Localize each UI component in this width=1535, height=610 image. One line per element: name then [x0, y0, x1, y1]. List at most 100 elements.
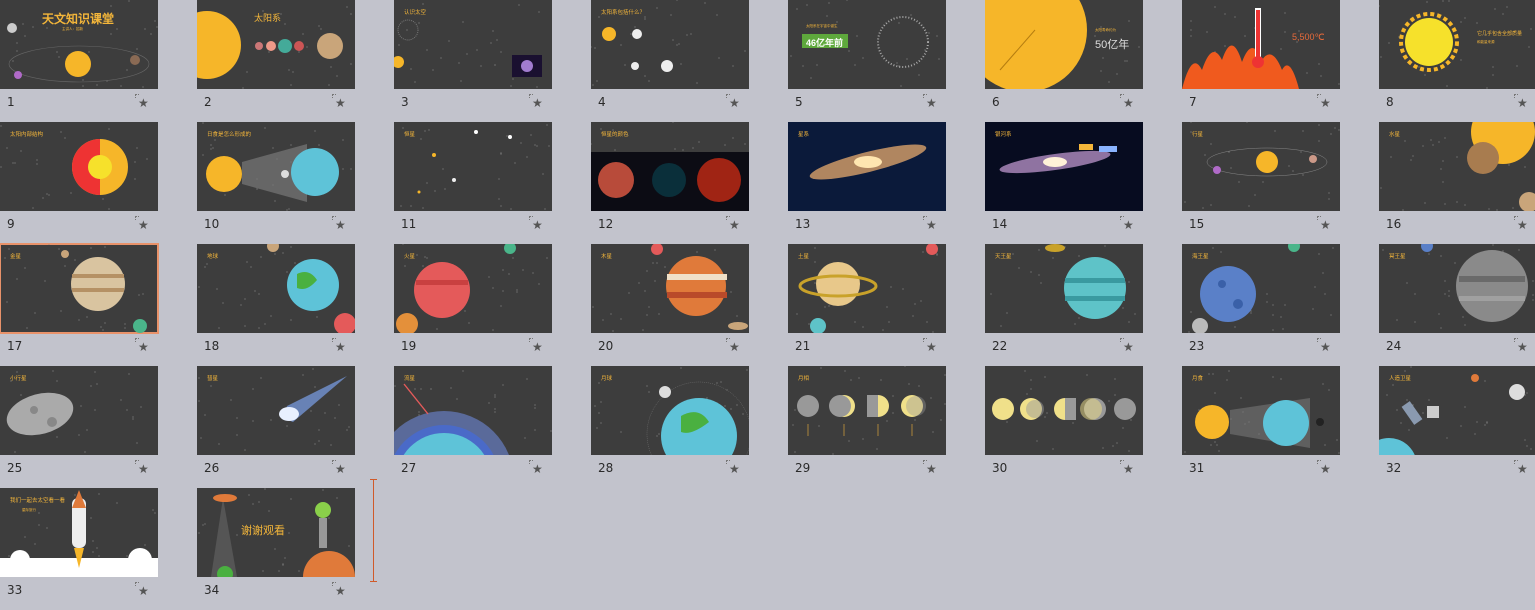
slide-thumbnail-12[interactable]: 恒星的颜色: [591, 122, 749, 211]
slide-thumbnail-22[interactable]: 天王星: [985, 244, 1143, 333]
animation-star-icon[interactable]: ★: [332, 582, 346, 598]
slide-cell-17[interactable]: 金星 17 ★: [0, 243, 197, 366]
slide-cell-25[interactable]: 小行星 25 ★: [0, 366, 197, 488]
slide-cell-9[interactable]: 太阳内部结构 9 ★: [0, 122, 197, 244]
slide-cell-18[interactable]: 地球 18 ★: [197, 244, 394, 366]
animation-star-icon[interactable]: ★: [923, 460, 937, 476]
slide-cell-21[interactable]: 土星 21 ★: [788, 244, 985, 366]
slide-cell-31[interactable]: 月食 31 ★: [1182, 366, 1379, 488]
slide-thumbnail-26[interactable]: 彗星: [197, 366, 355, 455]
slide-cell-5[interactable]: 46亿年前 太阳系在宇宙中诞生 5 ★: [788, 0, 985, 122]
slide-cell-24[interactable]: 冥王星 24 ★: [1379, 244, 1535, 366]
slide-cell-20[interactable]: 木星 20 ★: [591, 244, 788, 366]
animation-star-icon[interactable]: ★: [135, 94, 149, 110]
slide-cell-16[interactable]: 水星 16 ★: [1379, 122, 1535, 244]
slide-thumbnail-6[interactable]: 50亿年 太阳寿命约为: [985, 0, 1143, 89]
slide-cell-10[interactable]: 日食是怎么形成的 10 ★: [197, 122, 394, 244]
slide-cell-27[interactable]: 流星 27 ★: [394, 366, 591, 488]
slide-thumbnail-8[interactable]: 它几乎包含全部质量 和能量来源: [1379, 0, 1535, 89]
animation-star-icon[interactable]: ★: [923, 338, 937, 354]
animation-star-icon[interactable]: ★: [726, 338, 740, 354]
slide-thumbnail-24[interactable]: 冥王星: [1379, 244, 1535, 333]
slide-thumbnail-29[interactable]: 月相: [788, 366, 946, 455]
animation-star-icon[interactable]: ★: [332, 460, 346, 476]
animation-star-icon[interactable]: ★: [726, 216, 740, 232]
slide-thumbnail-14[interactable]: 银河系: [985, 122, 1143, 211]
slide-thumbnail-32[interactable]: 人造卫星: [1379, 366, 1535, 455]
animation-star-icon[interactable]: ★: [1514, 338, 1528, 354]
slide-thumbnail-10[interactable]: 日食是怎么形成的: [197, 122, 355, 211]
slide-cell-13[interactable]: 星系 13 ★: [788, 122, 985, 244]
animation-star-icon[interactable]: ★: [923, 94, 937, 110]
slide-cell-15[interactable]: 行星 15 ★: [1182, 122, 1379, 244]
slide-thumbnail-11[interactable]: 恒星: [394, 122, 552, 211]
slide-cell-23[interactable]: 海王星 23 ★: [1182, 244, 1379, 366]
slide-thumbnail-19[interactable]: 火星: [394, 244, 552, 333]
slide-cell-34[interactable]: 谢谢观看 34 ★: [197, 488, 394, 610]
animation-star-icon[interactable]: ★: [1317, 338, 1331, 354]
animation-star-icon[interactable]: ★: [726, 460, 740, 476]
animation-star-icon[interactable]: ★: [332, 216, 346, 232]
slide-cell-3[interactable]: 认识太空 3 ★: [394, 0, 591, 122]
slide-cell-33[interactable]: 我们一起去太空看一看 星际旅行 33 ★: [0, 488, 197, 610]
animation-star-icon[interactable]: ★: [923, 216, 937, 232]
slide-cell-11[interactable]: 恒星 11 ★: [394, 122, 591, 244]
slide-cell-7[interactable]: 5,500℃ 7 ★: [1182, 0, 1379, 122]
slide-thumbnail-17[interactable]: 金星: [0, 243, 159, 334]
slide-thumbnail-23[interactable]: 海王星: [1182, 244, 1340, 333]
slide-thumbnail-5[interactable]: 46亿年前 太阳系在宇宙中诞生: [788, 0, 946, 89]
slide-cell-28[interactable]: 月球 28 ★: [591, 366, 788, 488]
slide-cell-1[interactable]: 天文知识课堂 主讲人：招新 1 ★: [0, 0, 197, 122]
animation-star-icon[interactable]: ★: [1120, 460, 1134, 476]
slide-cell-32[interactable]: 人造卫星 32 ★: [1379, 366, 1535, 488]
animation-star-icon[interactable]: ★: [1514, 94, 1528, 110]
slide-thumbnail-27[interactable]: 流星: [394, 366, 552, 455]
slide-thumbnail-30[interactable]: [985, 366, 1143, 455]
slide-cell-2[interactable]: 太阳系 2 ★: [197, 0, 394, 122]
animation-star-icon[interactable]: ★: [1317, 94, 1331, 110]
slide-cell-26[interactable]: 彗星 26 ★: [197, 366, 394, 488]
animation-star-icon[interactable]: ★: [1317, 216, 1331, 232]
animation-star-icon[interactable]: ★: [726, 94, 740, 110]
slide-cell-29[interactable]: 月相 29 ★: [788, 366, 985, 488]
animation-star-icon[interactable]: ★: [1317, 460, 1331, 476]
slide-thumbnail-2[interactable]: 太阳系: [197, 0, 355, 89]
animation-star-icon[interactable]: ★: [529, 460, 543, 476]
slide-thumbnail-4[interactable]: 太阳系包括什么？: [591, 0, 749, 89]
animation-star-icon[interactable]: ★: [135, 582, 149, 598]
slide-thumbnail-16[interactable]: 水星: [1379, 122, 1535, 211]
animation-star-icon[interactable]: ★: [1120, 338, 1134, 354]
slide-thumbnail-33[interactable]: 我们一起去太空看一看 星际旅行: [0, 488, 158, 577]
slide-thumbnail-31[interactable]: 月食: [1182, 366, 1340, 455]
animation-star-icon[interactable]: ★: [135, 338, 149, 354]
slide-cell-22[interactable]: 天王星 22 ★: [985, 244, 1182, 366]
slide-cell-30[interactable]: 30 ★: [985, 366, 1182, 488]
slide-thumbnail-3[interactable]: 认识太空: [394, 0, 552, 89]
slide-cell-8[interactable]: 它几乎包含全部质量 和能量来源 8 ★: [1379, 0, 1535, 122]
slide-thumbnail-13[interactable]: 星系: [788, 122, 946, 211]
slide-cell-12[interactable]: 恒星的颜色 12 ★: [591, 122, 788, 244]
slide-thumbnail-21[interactable]: 土星: [788, 244, 946, 333]
slide-cell-19[interactable]: 火星 19 ★: [394, 244, 591, 366]
slide-thumbnail-34[interactable]: 谢谢观看: [197, 488, 355, 577]
animation-star-icon[interactable]: ★: [529, 94, 543, 110]
slide-cell-6[interactable]: 50亿年 太阳寿命约为 6 ★: [985, 0, 1182, 122]
animation-star-icon[interactable]: ★: [332, 338, 346, 354]
slide-thumbnail-15[interactable]: 行星: [1182, 122, 1340, 211]
slide-thumbnail-9[interactable]: 太阳内部结构: [0, 122, 158, 211]
animation-star-icon[interactable]: ★: [1120, 94, 1134, 110]
slide-thumbnail-28[interactable]: 月球: [591, 366, 749, 455]
slide-thumbnail-18[interactable]: 地球: [197, 244, 355, 333]
animation-star-icon[interactable]: ★: [1514, 460, 1528, 476]
slide-thumbnail-20[interactable]: 木星: [591, 244, 749, 333]
slide-thumbnail-1[interactable]: 天文知识课堂 主讲人：招新: [0, 0, 158, 89]
slide-thumbnail-7[interactable]: 5,500℃: [1182, 0, 1340, 89]
animation-star-icon[interactable]: ★: [529, 216, 543, 232]
slide-cell-4[interactable]: 太阳系包括什么？ 4 ★: [591, 0, 788, 122]
slide-cell-14[interactable]: 银河系 14 ★: [985, 122, 1182, 244]
animation-star-icon[interactable]: ★: [332, 94, 346, 110]
animation-star-icon[interactable]: ★: [1120, 216, 1134, 232]
animation-star-icon[interactable]: ★: [135, 216, 149, 232]
animation-star-icon[interactable]: ★: [1514, 216, 1528, 232]
slide-thumbnail-25[interactable]: 小行星: [0, 366, 158, 455]
